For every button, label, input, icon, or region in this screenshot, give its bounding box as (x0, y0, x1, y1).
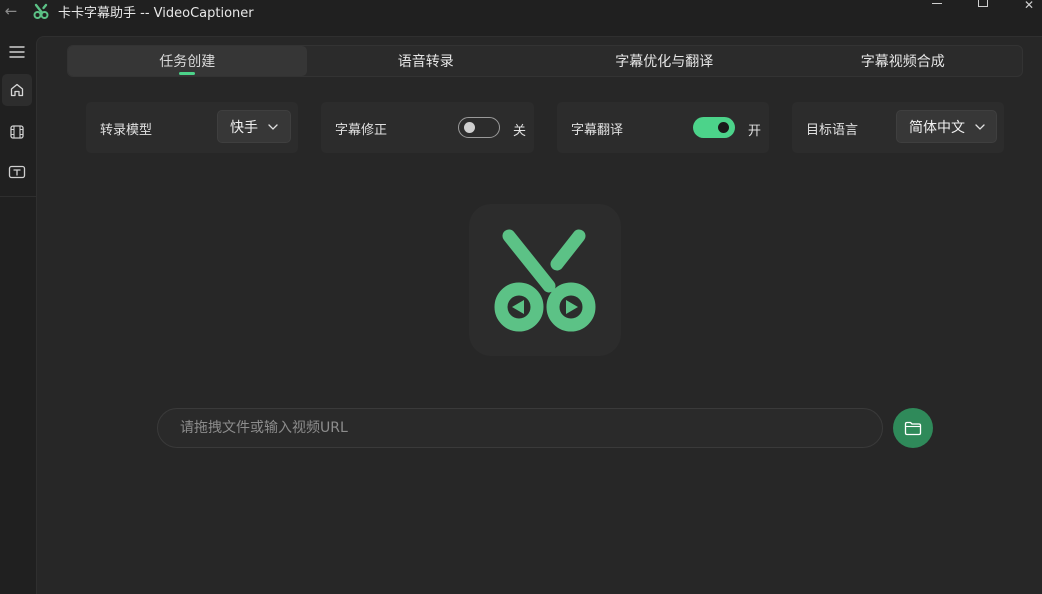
transcribe-model-value: 快手 (230, 119, 258, 136)
subtitle-translation-label: 字幕翻译 (571, 123, 624, 138)
subtitle-correction-label: 字幕修正 (335, 123, 388, 138)
close-button[interactable]: ✕ (1006, 0, 1042, 12)
subtitle-correction-state: 关 (513, 124, 527, 139)
target-language-select[interactable]: 简体中文 (896, 110, 997, 143)
toggle-knob (464, 122, 475, 133)
subtitle-translation-toggle[interactable] (693, 117, 735, 138)
subtitle-translation-card: 字幕翻译 开 (557, 102, 769, 153)
tab-label: 字幕视频合成 (860, 54, 945, 70)
title-bar: ← 卡卡字幕助手 -- VideoCaptioner ✕ (0, 0, 1042, 36)
chevron-down-icon (268, 123, 278, 130)
subtitle-correction-toggle[interactable] (458, 117, 500, 138)
tab-speech-transcribe[interactable]: 语音转录 (307, 46, 546, 76)
minimize-button[interactable] (914, 0, 960, 12)
target-language-value: 简体中文 (909, 119, 965, 136)
sidebar-divider (0, 196, 36, 197)
text-box-icon (8, 165, 26, 179)
target-language-card: 目标语言 简体中文 (792, 102, 1004, 153)
folder-icon (904, 421, 922, 435)
target-language-label: 目标语言 (806, 123, 859, 138)
transcribe-model-label: 转录模型 (100, 123, 153, 138)
toggle-knob (718, 122, 729, 133)
maximize-button[interactable] (960, 0, 1006, 12)
tab-task-create[interactable]: 任务创建 (68, 46, 307, 76)
tab-subtitle-video-merge[interactable]: 字幕视频合成 (784, 46, 1023, 76)
active-tab-indicator (179, 72, 196, 75)
tab-label: 字幕优化与翻译 (615, 54, 714, 70)
open-folder-button[interactable] (893, 408, 933, 448)
scissors-logo-icon (494, 229, 596, 332)
tab-label: 语音转录 (397, 54, 454, 70)
sidebar-item-subtitle[interactable] (2, 156, 32, 188)
menu-icon (9, 46, 25, 58)
chevron-down-icon (975, 123, 985, 130)
tab-subtitle-optimize[interactable]: 字幕优化与翻译 (545, 46, 784, 76)
minimize-icon (932, 3, 942, 4)
tab-label: 任务创建 (159, 54, 216, 70)
film-icon (10, 125, 24, 139)
sidebar-menu-button[interactable] (2, 36, 32, 68)
sidebar (0, 36, 36, 594)
close-icon: ✕ (1023, 0, 1035, 12)
main-panel: 任务创建 语音转录 字幕优化与翻译 字幕视频合成 转录模型 快手 字幕修正 关 (36, 36, 1042, 594)
subtitle-correction-card: 字幕修正 关 (321, 102, 534, 153)
app-logo-icon (33, 3, 49, 19)
sidebar-item-video[interactable] (2, 116, 32, 148)
back-arrow-icon: ← (4, 2, 18, 20)
sidebar-item-home[interactable] (2, 74, 32, 106)
app-logo (469, 204, 621, 356)
transcribe-model-select[interactable]: 快手 (217, 110, 291, 143)
maximize-icon (978, 0, 988, 7)
back-button[interactable]: ← (0, 0, 22, 22)
tab-bar: 任务创建 语音转录 字幕优化与翻译 字幕视频合成 (67, 45, 1023, 77)
window-title: 卡卡字幕助手 -- VideoCaptioner (58, 6, 254, 21)
transcribe-model-card: 转录模型 快手 (86, 102, 298, 153)
video-url-input[interactable] (157, 408, 883, 448)
subtitle-translation-state: 开 (748, 124, 762, 139)
home-icon (10, 83, 24, 97)
